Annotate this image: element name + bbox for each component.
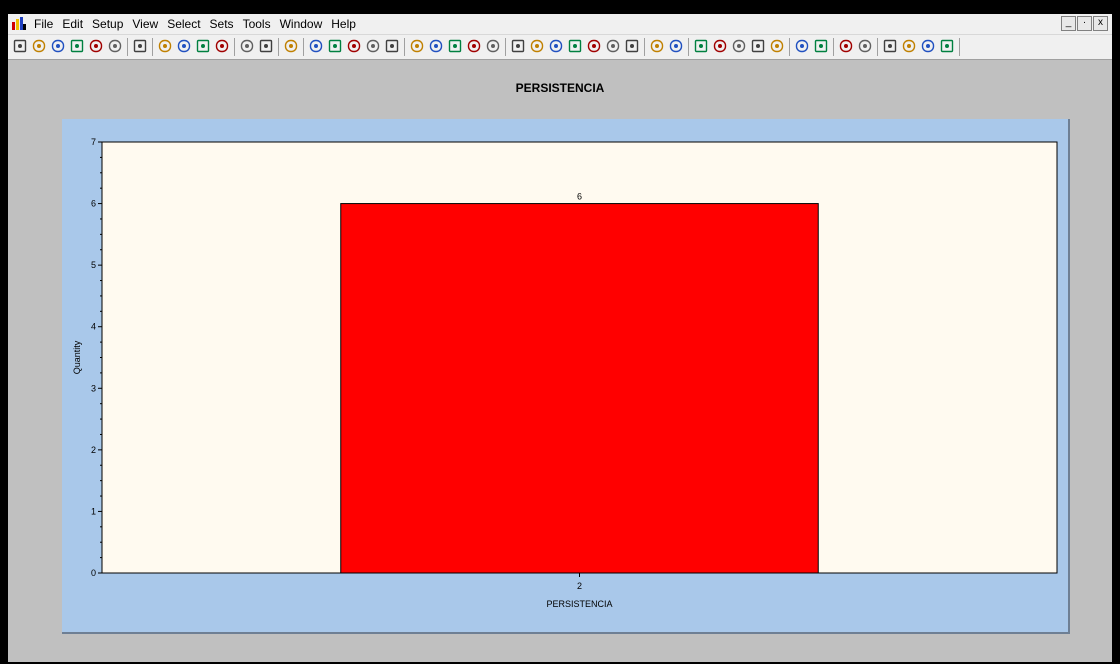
print-icon[interactable] [107, 38, 123, 54]
menu-tools[interactable]: Tools [243, 17, 271, 31]
dial4-icon[interactable] [939, 38, 955, 54]
app-logo-icon [12, 17, 26, 30]
toolbar-separator [127, 38, 128, 56]
toolbar-separator [789, 38, 790, 56]
arrow-right2-icon[interactable] [750, 38, 766, 54]
menu-list: File Edit Setup View Select Sets Tools Window He… [34, 14, 365, 34]
new-file-icon[interactable] [12, 38, 28, 54]
toolbar-separator [234, 38, 235, 56]
menu-setup[interactable]: Setup [92, 17, 123, 31]
toolbar-separator [278, 38, 279, 56]
dial3-icon[interactable] [920, 38, 936, 54]
toolbar-separator [404, 38, 405, 56]
tool-icon[interactable] [239, 38, 255, 54]
toolbar-separator [505, 38, 506, 56]
y-tick-label: 7 [91, 137, 96, 147]
pen-icon[interactable] [649, 38, 665, 54]
undo-icon[interactable] [132, 38, 148, 54]
y-tick-label: 4 [91, 322, 96, 332]
waves-icon[interactable] [605, 38, 621, 54]
paste-icon[interactable] [195, 38, 211, 54]
arrow-right-icon[interactable] [731, 38, 747, 54]
shape-icon[interactable] [428, 38, 444, 54]
y-tick-label: 5 [91, 260, 96, 270]
triangle-icon[interactable] [548, 38, 564, 54]
face-icon[interactable] [327, 38, 343, 54]
empty-set-icon[interactable] [510, 38, 526, 54]
application-window: File Edit Setup View Select Sets Tools Window He… [8, 14, 1112, 662]
menu-select[interactable]: Select [167, 17, 200, 31]
save-icon[interactable] [69, 38, 85, 54]
menu-window[interactable]: Window [280, 17, 323, 31]
clock-icon[interactable] [838, 38, 854, 54]
open-folder-icon[interactable] [31, 38, 47, 54]
menu-file[interactable]: File [34, 17, 53, 31]
list-icon[interactable] [813, 38, 829, 54]
copy-icon[interactable] [176, 38, 192, 54]
bar-chart-icon[interactable] [668, 38, 684, 54]
chart-title: PERSISTENCIA [515, 81, 605, 95]
chart-wizard-icon[interactable] [258, 38, 274, 54]
menu-bar: File Edit Setup View Select Sets Tools Window He… [8, 14, 1112, 35]
y-tick-label: 2 [91, 445, 96, 455]
menu-view[interactable]: View [132, 17, 158, 31]
table-icon[interactable] [214, 38, 230, 54]
smiley-icon[interactable] [308, 38, 324, 54]
dial2-icon[interactable] [901, 38, 917, 54]
graph-icon[interactable] [409, 38, 425, 54]
tree-icon[interactable] [693, 38, 709, 54]
bar [340, 203, 819, 574]
globe-icon[interactable] [346, 38, 362, 54]
color-bar-icon[interactable] [794, 38, 810, 54]
flask-icon[interactable] [529, 38, 545, 54]
toolbar [8, 35, 1112, 60]
restore-button[interactable]: · [1077, 16, 1092, 31]
layers-icon[interactable] [485, 38, 501, 54]
y-tick-label: 6 [91, 199, 96, 209]
toolbar-separator [688, 38, 689, 56]
y-tick-label: 3 [91, 383, 96, 393]
clock2-icon[interactable] [857, 38, 873, 54]
y-axis-label: Quantity [72, 340, 82, 374]
bar-chart: 0 1 2 3 4 5 6 7 Quantity 6 2 PERSISTENCIA [72, 137, 1058, 609]
toolbar-separator [959, 38, 960, 56]
y-tick-label: 1 [91, 506, 96, 516]
toolbar-separator [833, 38, 834, 56]
menu-edit[interactable]: Edit [62, 17, 83, 31]
tree2-icon[interactable] [712, 38, 728, 54]
print-preview-icon[interactable] [88, 38, 104, 54]
x-axis-label: PERSISTENCIA [546, 599, 612, 609]
chart-window: PERSISTENCIA 0 1 2 3 4 5 6 7 Quantity 6 2 PERSISTEN… [10, 61, 1110, 660]
toolbar-separator [152, 38, 153, 56]
disk-icon[interactable] [624, 38, 640, 54]
grid-icon[interactable] [769, 38, 785, 54]
chart-panel: 0 1 2 3 4 5 6 7 Quantity 6 2 PERSISTENCIA [62, 119, 1070, 634]
close-button[interactable]: x [1093, 16, 1108, 31]
target-icon[interactable] [365, 38, 381, 54]
toolbar-separator [303, 38, 304, 56]
toolbar-separator [644, 38, 645, 56]
circle-icon[interactable] [447, 38, 463, 54]
crosshair-icon[interactable] [586, 38, 602, 54]
pie-icon[interactable] [466, 38, 482, 54]
dropdown-arrow-icon[interactable] [50, 38, 66, 54]
minimize-button[interactable]: _ [1061, 16, 1076, 31]
compass-icon[interactable] [384, 38, 400, 54]
sphere-icon[interactable] [567, 38, 583, 54]
cut-icon[interactable] [157, 38, 173, 54]
toolbar-separator [877, 38, 878, 56]
x-tick-label: 2 [577, 581, 582, 591]
bar-data-label: 6 [577, 192, 582, 202]
window-controls: _ · x [1061, 16, 1108, 31]
dial-icon[interactable] [882, 38, 898, 54]
menu-sets[interactable]: Sets [210, 17, 234, 31]
data-icon[interactable] [283, 38, 299, 54]
y-tick-label: 0 [91, 568, 96, 578]
menu-help[interactable]: Help [331, 17, 356, 31]
